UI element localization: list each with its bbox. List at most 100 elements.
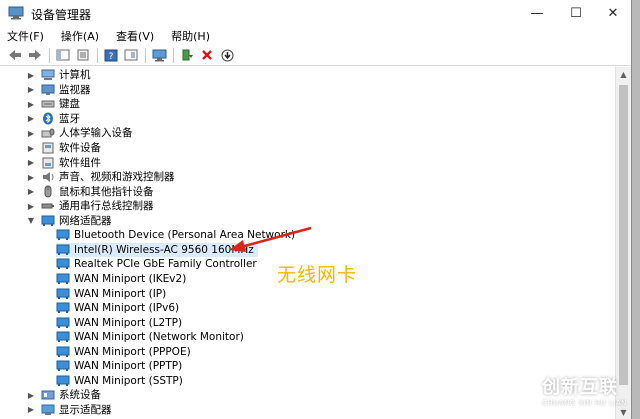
tree-category-item[interactable]: ▶ 系统设备 bbox=[26, 388, 101, 403]
tree-category-item[interactable]: ▶ 计算机 bbox=[26, 68, 91, 83]
usb-icon bbox=[41, 200, 55, 212]
view-options-icon[interactable] bbox=[123, 47, 139, 63]
expand-chevron-icon[interactable]: ▶ bbox=[26, 158, 36, 167]
watermark-chinese: 创新互联 bbox=[542, 377, 618, 398]
network-card-icon bbox=[56, 288, 70, 300]
expand-chevron-icon[interactable]: ▶ bbox=[26, 173, 36, 182]
network-card-icon bbox=[56, 346, 70, 358]
tree-device-item[interactable]: WAN Miniport (L2TP) bbox=[56, 315, 182, 330]
svg-text:?: ? bbox=[109, 52, 114, 62]
expand-chevron-icon[interactable]: ▶ bbox=[26, 405, 36, 414]
tree-category-item[interactable]: ▶ 声音、视频和游戏控制器 bbox=[26, 170, 175, 185]
tree-item-label: WAN Miniport (PPPOE) bbox=[74, 345, 191, 358]
tree-category-item[interactable]: ▶ 软件设备 bbox=[26, 141, 101, 156]
expand-chevron-icon[interactable]: ▶ bbox=[26, 187, 36, 196]
tree-category-item[interactable]: ▶ 蓝牙 bbox=[26, 112, 80, 127]
watermark-logo-icon bbox=[505, 375, 535, 405]
tree-category-item[interactable]: ▶ 鼠标和其他指针设备 bbox=[26, 184, 154, 199]
tree-device-item[interactable]: WAN Miniport (Network Monitor) bbox=[56, 330, 244, 345]
toolbar: ? bbox=[0, 45, 631, 66]
window-title: 设备管理器 bbox=[31, 8, 92, 22]
toolbar-separator bbox=[173, 47, 174, 63]
tree-category-item[interactable]: ▶ 软件组件 bbox=[26, 155, 101, 170]
tree-item-label: WAN Miniport (L2TP) bbox=[74, 316, 183, 329]
properties-sheet-icon[interactable] bbox=[75, 47, 91, 63]
tree-item-label: 软件设备 bbox=[59, 142, 101, 154]
tree-category-item[interactable]: ▶ 监视器 bbox=[26, 83, 91, 98]
tree-item-label: 软件组件 bbox=[59, 156, 101, 169]
network-card-icon bbox=[56, 229, 70, 241]
menu-view[interactable]: 查看(V) bbox=[116, 28, 154, 44]
expand-chevron-icon[interactable]: ▶ bbox=[26, 100, 36, 109]
network-card-icon bbox=[56, 360, 70, 372]
tree-item-label: 人体学输入设备 bbox=[59, 127, 133, 140]
show-hide-tree-icon[interactable] bbox=[55, 47, 71, 63]
tree-item-label: WAN Miniport (IP) bbox=[74, 287, 167, 300]
computer-icon bbox=[41, 69, 55, 81]
watermark: 创新互联 CHUANG XIN HU LIAN bbox=[503, 373, 627, 407]
expand-chevron-icon[interactable]: ▶ bbox=[26, 114, 36, 123]
tree-item-label: 声音、视频和游戏控制器 bbox=[59, 171, 175, 184]
tree-item-label: WAN Miniport (IKEv2) bbox=[74, 272, 187, 285]
scroll-up-icon[interactable]: ▲ bbox=[616, 67, 631, 81]
menu-action[interactable]: 操作(A) bbox=[61, 28, 99, 44]
tree-device-item[interactable]: WAN Miniport (PPTP) bbox=[56, 359, 182, 374]
tree-item-label: 计算机 bbox=[59, 69, 91, 82]
back-arrow-icon[interactable] bbox=[7, 47, 23, 63]
annotation-arrow bbox=[229, 226, 312, 252]
forward-arrow-icon[interactable] bbox=[27, 47, 43, 63]
menu-help[interactable]: 帮助(H) bbox=[171, 28, 210, 44]
update-driver-icon[interactable] bbox=[179, 47, 195, 63]
scan-hardware-icon[interactable] bbox=[151, 47, 167, 63]
wireless-card-annotation: 无线网卡 bbox=[277, 264, 358, 286]
network-card-icon bbox=[56, 244, 70, 256]
enable-device-icon[interactable] bbox=[219, 47, 235, 63]
tree-item-label: WAN Miniport (SSTP) bbox=[74, 374, 183, 387]
software-component-icon bbox=[41, 157, 55, 169]
tree-device-item[interactable]: Realtek PCIe GbE Family Controller bbox=[56, 257, 257, 272]
tree-device-item[interactable]: WAN Miniport (IP) bbox=[56, 286, 166, 301]
mouse-icon bbox=[41, 185, 55, 198]
tree-device-item[interactable]: WAN Miniport (IKEv2) bbox=[56, 272, 186, 287]
tree-category-item[interactable]: ▶ 显示适配器 bbox=[26, 403, 112, 418]
tree-category-item[interactable]: ▶ 人体学输入设备 bbox=[26, 126, 133, 141]
tree-item-label: Realtek PCIe GbE Family Controller bbox=[74, 258, 257, 271]
tree-device-item[interactable]: WAN Miniport (IPv6) bbox=[56, 301, 179, 316]
network-card-icon bbox=[56, 273, 70, 285]
expand-chevron-icon[interactable]: ▶ bbox=[26, 129, 36, 138]
expand-chevron-icon[interactable]: ▶ bbox=[26, 85, 36, 94]
device-manager-window: 设备管理器 — ☐ ✕ 文件(F) 操作(A) 查看(V) 帮助(H) ? ▶ … bbox=[0, 0, 632, 419]
uninstall-device-icon[interactable] bbox=[199, 47, 215, 63]
software-device-icon bbox=[41, 142, 55, 154]
tree-category-item[interactable]: ▶ 键盘 bbox=[26, 97, 80, 112]
tree-item-label: WAN Miniport (IPv6) bbox=[74, 302, 180, 315]
tree-category-item[interactable]: ▶ 通用串行总线控制器 bbox=[26, 199, 154, 214]
vertical-scrollbar[interactable]: ▲ ▼ bbox=[615, 67, 631, 419]
close-button[interactable]: ✕ bbox=[590, 0, 636, 26]
scrollbar-thumb[interactable] bbox=[619, 85, 628, 385]
menu-file[interactable]: 文件(F) bbox=[7, 28, 44, 44]
toolbar-separator bbox=[145, 47, 146, 63]
network-card-icon bbox=[56, 317, 70, 329]
bluetooth-icon bbox=[41, 112, 55, 125]
scroll-down-icon[interactable]: ▼ bbox=[616, 405, 631, 419]
tree-item-label: 显示适配器 bbox=[59, 403, 112, 416]
tree-device-item[interactable]: WAN Miniport (PPPOE) bbox=[56, 344, 191, 359]
tree-item-label: 蓝牙 bbox=[59, 112, 80, 125]
expand-chevron-icon[interactable]: ▶ bbox=[26, 71, 36, 80]
help-icon[interactable]: ? bbox=[103, 47, 119, 63]
tree-item-label: WAN Miniport (Network Monitor) bbox=[74, 331, 244, 344]
menu-bar: 文件(F) 操作(A) 查看(V) 帮助(H) bbox=[0, 26, 631, 45]
display-adapter-icon bbox=[41, 404, 55, 416]
tree-item-label: 监视器 bbox=[59, 83, 91, 96]
tree-device-item[interactable]: WAN Miniport (SSTP) bbox=[56, 374, 183, 389]
network-card-icon bbox=[56, 375, 70, 387]
watermark-english: CHUANG XIN HU LIAN bbox=[542, 399, 627, 407]
tree-category-network-adapters[interactable]: ▼ 网络适配器 bbox=[26, 214, 112, 229]
network-card-icon bbox=[41, 215, 55, 227]
collapse-chevron-icon[interactable]: ▼ bbox=[26, 216, 36, 225]
expand-chevron-icon[interactable]: ▶ bbox=[26, 144, 36, 153]
expand-chevron-icon[interactable]: ▶ bbox=[26, 391, 36, 400]
monitor-icon bbox=[41, 84, 55, 96]
expand-chevron-icon[interactable]: ▶ bbox=[26, 202, 36, 211]
